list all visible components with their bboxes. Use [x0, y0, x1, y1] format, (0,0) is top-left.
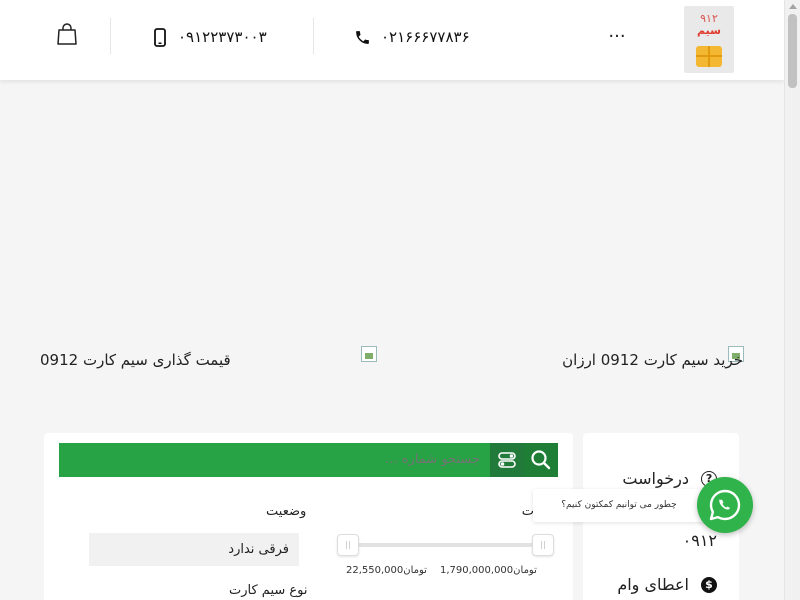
- sidebar-item-loan[interactable]: $ اعطای وام: [617, 575, 717, 594]
- status-select[interactable]: فرقی ندارد: [89, 533, 299, 566]
- page-scrollbar[interactable]: [784, 0, 800, 600]
- mobile-phone-icon: [154, 27, 166, 47]
- search-button[interactable]: [524, 443, 558, 477]
- dollar-circle-icon: $: [701, 576, 717, 593]
- phone-landline-link[interactable]: ۰۲۱۶۶۶۷۷۸۳۶: [354, 26, 470, 48]
- toggle-filter-icon: [498, 452, 516, 468]
- price-max-value: 1,790,000,000تومان: [440, 565, 537, 576]
- status-label: وضعیت: [266, 504, 307, 519]
- site-header: ۹۱۲ سیم ··· ۰۲۱۶۶۶۷۷۸۳۶ ۰۹۱۲۲۳۷۳۰۰۳: [0, 0, 784, 80]
- phone-landline-number: ۰۲۱۶۶۶۷۷۸۳۶: [381, 28, 470, 46]
- whatsapp-icon: [709, 489, 741, 521]
- sim-chip-icon: [696, 46, 722, 67]
- whatsapp-button[interactable]: [697, 477, 753, 533]
- price-max-amount: 1,790,000,000: [440, 565, 514, 576]
- scroll-up-arrow-icon[interactable]: [789, 4, 797, 9]
- phone-mobile-link[interactable]: ۰۹۱۲۲۳۷۳۰۰۳: [154, 26, 267, 48]
- search-bar: [59, 443, 558, 477]
- logo-word: سیم: [697, 24, 721, 37]
- banner-caption-right[interactable]: خرید سیم کارت 0912 ارزان: [562, 351, 743, 369]
- sidebar-item-0912[interactable]: ۰۹۱۲: [683, 531, 717, 550]
- phone-mobile-number: ۰۹۱۲۲۳۷۳۰۰۳: [178, 28, 267, 46]
- sidebar-item-label: ۰۹۱۲: [682, 531, 717, 550]
- sim-type-label: نوع سیم کارت: [229, 583, 308, 598]
- phone-handset-icon: [356, 30, 369, 44]
- price-range-track[interactable]: [349, 543, 544, 547]
- sidebar-item-label: درخواست: [622, 469, 689, 488]
- shopping-bag-icon[interactable]: [56, 22, 78, 46]
- price-min-handle[interactable]: ||: [337, 534, 359, 556]
- banner-image-center[interactable]: [361, 346, 377, 362]
- site-logo[interactable]: ۹۱۲ سیم: [684, 6, 734, 73]
- price-min-amount: 22,550,000: [346, 565, 404, 576]
- currency-label: تومان: [513, 565, 537, 576]
- search-input[interactable]: [180, 443, 480, 477]
- filter-card: ت وضعیت فرقی ندارد || || 1,790,000,000تو…: [44, 433, 573, 600]
- filter-toggle-button[interactable]: [490, 443, 524, 477]
- header-divider: [313, 18, 314, 54]
- more-icon[interactable]: ···: [606, 26, 628, 48]
- currency-label: تومان: [403, 565, 427, 576]
- sidebar-item-label: اعطای وام: [617, 575, 689, 594]
- price-max-handle[interactable]: ||: [532, 534, 554, 556]
- header-divider: [110, 18, 111, 54]
- whatsapp-bubble[interactable]: چطور می توانیم کمکتون کنیم؟: [533, 489, 705, 522]
- search-icon: [531, 450, 551, 470]
- scrollbar-thumb[interactable]: [788, 14, 797, 88]
- price-min-value: 22,550,000تومان: [346, 565, 427, 576]
- banner-caption-left[interactable]: قیمت گذاری سیم کارت 0912: [40, 351, 231, 369]
